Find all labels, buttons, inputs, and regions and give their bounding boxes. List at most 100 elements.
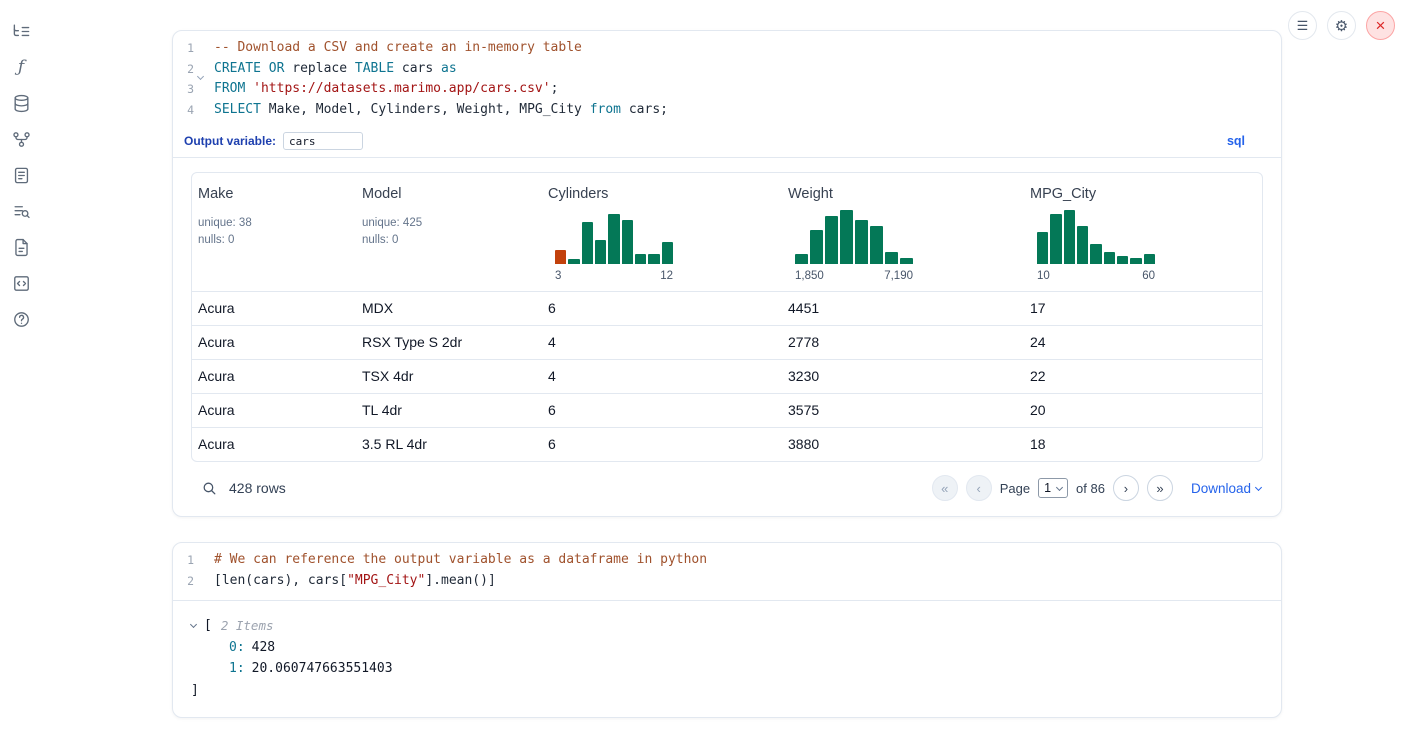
table-cell: 3575 [782, 394, 1024, 427]
weight-histogram [795, 210, 913, 264]
column-header-mpg-city[interactable]: MPG_City 10 60 [1024, 173, 1262, 291]
outline-icon[interactable] [10, 200, 32, 222]
datasources-icon[interactable] [10, 92, 32, 114]
scratchpad-icon[interactable]: ƒ [10, 56, 32, 78]
table-cell: 22 [1024, 360, 1262, 393]
code-line[interactable]: 2[len(cars), cars["MPG_City"].mean()] [173, 571, 1281, 592]
column-stat: unique: 38 [198, 215, 356, 232]
page-total-label: of 86 [1076, 481, 1105, 496]
tree-entry: 0: 428 [191, 637, 1281, 659]
table-cell: Acura [192, 428, 356, 461]
table-cell: 3880 [782, 428, 1024, 461]
collapse-caret-icon[interactable] [191, 624, 204, 627]
table-row: AcuraMDX6445117 [192, 291, 1262, 325]
line-number: 2 [173, 571, 194, 592]
data-table: Make unique: 38 nulls: 0 Model unique: 4… [191, 172, 1263, 462]
table-row: AcuraTSX 4dr4323022 [192, 359, 1262, 393]
shutdown-close-icon[interactable]: × [1366, 11, 1395, 40]
code-line[interactable]: 4SELECT Make, Model, Cylinders, Weight, … [173, 100, 1281, 121]
hist-min-label: 10 [1037, 270, 1050, 282]
language-badge[interactable]: sql [1227, 134, 1245, 148]
hist-bar [595, 240, 606, 264]
column-header-model[interactable]: Model unique: 425 nulls: 0 [356, 173, 542, 291]
hist-bar [622, 220, 633, 264]
table-cell: TL 4dr [356, 394, 542, 427]
column-stat: nulls: 0 [362, 232, 542, 249]
hist-bar [840, 210, 853, 264]
column-stat: unique: 425 [362, 215, 542, 232]
file-explorer-icon[interactable] [10, 20, 32, 42]
hist-bar [635, 254, 646, 264]
column-name: Model [362, 186, 542, 202]
documentation-icon[interactable] [10, 164, 32, 186]
table-cell: 4 [542, 360, 782, 393]
hist-bar [1130, 258, 1141, 264]
entry-key: 1: [229, 658, 245, 680]
table-cell: 17 [1024, 292, 1262, 325]
page-select[interactable]: 1 [1038, 478, 1068, 498]
first-page-button[interactable]: « [932, 475, 958, 501]
prev-page-button[interactable]: ‹ [966, 475, 992, 501]
table-body: AcuraMDX6445117AcuraRSX Type S 2dr427782… [192, 291, 1262, 461]
output-variable-input[interactable] [283, 132, 363, 150]
help-icon[interactable] [10, 308, 32, 330]
packages-icon[interactable] [10, 272, 32, 294]
snippets-icon[interactable] [10, 236, 32, 258]
tree-entry: 1: 20.060747663551403 [191, 658, 1281, 680]
column-header-weight[interactable]: Weight 1,850 7,190 [782, 173, 1024, 291]
open-bracket: [ [204, 615, 212, 637]
settings-gear-icon[interactable]: ⚙ [1327, 11, 1356, 40]
code-line[interactable]: 1-- Download a CSV and create an in-memo… [173, 38, 1281, 59]
line-number: 2 [173, 59, 194, 80]
table-row: AcuraRSX Type S 2dr4277824 [192, 325, 1262, 359]
hist-min-label: 3 [555, 270, 561, 282]
dependency-graph-icon[interactable] [10, 128, 32, 150]
line-number: 1 [173, 550, 194, 571]
table-cell: 6 [542, 428, 782, 461]
table-cell: Acura [192, 360, 356, 393]
column-name: MPG_City [1030, 186, 1262, 202]
python-output-tree: [ 2 Items 0: 428 1: 20.060747663551403 ] [173, 600, 1281, 717]
table-cell: 6 [542, 394, 782, 427]
hist-max-label: 7,190 [884, 270, 913, 282]
download-button[interactable]: Download [1191, 481, 1261, 496]
next-page-button[interactable]: › [1113, 475, 1139, 501]
table-cell: 3230 [782, 360, 1024, 393]
table-cell: RSX Type S 2dr [356, 326, 542, 359]
code-line[interactable]: 3FROM 'https://datasets.marimo.app/cars.… [173, 79, 1281, 100]
column-header-make[interactable]: Make unique: 38 nulls: 0 [192, 173, 356, 291]
mpg-city-histogram [1037, 210, 1155, 264]
hist-bar [582, 222, 593, 264]
code-line[interactable]: 2CREATE OR replace TABLE cars as [173, 59, 1281, 80]
last-page-button[interactable]: » [1147, 475, 1173, 501]
entry-value: 20.060747663551403 [252, 658, 393, 680]
table-footer: 428 rows « ‹ Page 1 of 86 › » Down [191, 462, 1263, 516]
table-row: AcuraTL 4dr6357520 [192, 393, 1262, 427]
notebook-cells: 1-- Download a CSV and create an in-memo… [172, 30, 1282, 729]
hist-bar [555, 250, 566, 264]
notebook-controls: ☰ ⚙ × [1288, 11, 1395, 40]
table-cell: MDX [356, 292, 542, 325]
code-line[interactable]: 1# We can reference the output variable … [173, 550, 1281, 571]
column-name: Weight [788, 186, 1024, 202]
search-icon[interactable] [201, 480, 218, 497]
table-cell: Acura [192, 292, 356, 325]
column-header-cylinders[interactable]: Cylinders 3 12 [542, 173, 782, 291]
hist-bar [662, 242, 673, 264]
sql-code-editor[interactable]: 1-- Download a CSV and create an in-memo… [173, 31, 1281, 129]
output-variable-bar: Output variable: sql [173, 129, 1281, 158]
hist-bar [1117, 256, 1128, 264]
hist-bar [795, 254, 808, 264]
line-number: 3 [173, 79, 194, 100]
items-count: 2 Items [221, 615, 274, 637]
table-cell: 4 [542, 326, 782, 359]
hist-bar [568, 259, 579, 264]
python-code-editor[interactable]: 1# We can reference the output variable … [173, 543, 1281, 600]
menu-icon[interactable]: ☰ [1288, 11, 1317, 40]
sql-cell: 1-- Download a CSV and create an in-memo… [172, 30, 1282, 517]
hist-bar [900, 258, 913, 264]
close-bracket: ] [191, 680, 199, 702]
hist-bar [1090, 244, 1101, 264]
table-cell: 6 [542, 292, 782, 325]
hist-bar [1037, 232, 1048, 264]
